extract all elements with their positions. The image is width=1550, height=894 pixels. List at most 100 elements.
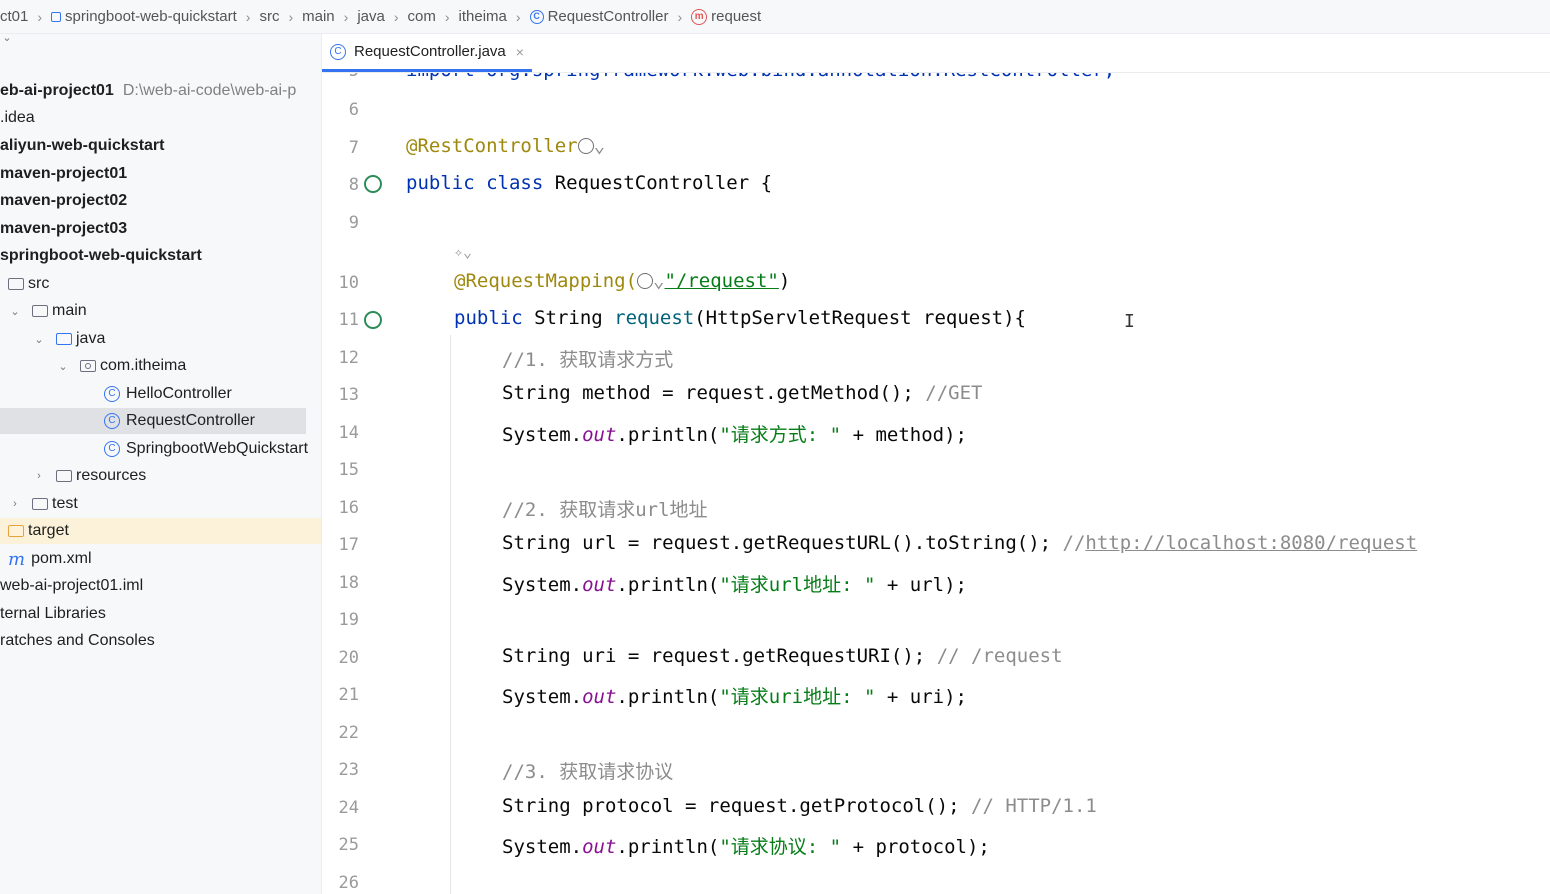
code-token: @RequestMapping(: [454, 270, 638, 292]
chevron-down-icon[interactable]: ⌄: [653, 270, 664, 292]
breadcrumb-label: main: [302, 8, 335, 25]
code-token: String protocol = request.getProtocol();: [502, 795, 971, 817]
code-token: // /request: [936, 645, 1063, 667]
tree-item-label: .idea: [0, 109, 35, 126]
tree-item-label: web-ai-project01.iml: [0, 577, 144, 594]
code-line-8: public class RequestController {: [406, 172, 772, 194]
code-token: import org.springframework.web.bind.anno…: [406, 73, 1115, 81]
tree-item-target[interactable]: target: [0, 518, 321, 544]
code-line-24: String protocol = request.getProtocol();…: [502, 795, 1097, 817]
globe-icon[interactable]: [577, 138, 594, 154]
tree-item-scratches[interactable]: ratches and Consoles: [0, 628, 321, 654]
breadcrumb-project[interactable]: ct01: [0, 8, 28, 25]
tree-item-resources[interactable]: › resources: [0, 463, 321, 489]
line-number: 13: [338, 385, 359, 405]
breadcrumb-src[interactable]: src: [259, 8, 279, 25]
chevron-right-icon: ›: [444, 8, 450, 25]
line-number: 16: [338, 498, 359, 518]
tree-item-maven03[interactable]: maven-project03: [0, 216, 321, 242]
resources-folder-icon: [56, 470, 72, 482]
tree-item-project-root[interactable]: eb-ai-project01 D:\web-ai-code\web-ai-p: [0, 78, 321, 104]
tree-item-label: maven-project01: [0, 165, 128, 182]
ai-hint-icon[interactable]: ✧⌄: [454, 243, 472, 261]
code-token: "请求url地址: ": [719, 574, 876, 596]
editor-gutter: 5 6 7 8 9 10 11 12 13 14 15 16 17 18 19 …: [322, 73, 402, 894]
tree-item-label: resources: [76, 467, 147, 484]
maven-file-icon: m: [8, 548, 26, 570]
tree-item-label: maven-project02: [0, 192, 128, 209]
code-line-25: System.out.println("请求协议: " + protocol);: [502, 832, 990, 859]
chevron-down-icon: ⌄: [58, 360, 68, 373]
chevron-down-icon[interactable]: ⌄: [594, 135, 605, 157]
breadcrumb-com[interactable]: com: [408, 8, 436, 25]
code-link[interactable]: http://localhost:8080/request: [1085, 532, 1417, 554]
tree-item-maven02[interactable]: maven-project02: [0, 188, 321, 214]
tree-item-springboot[interactable]: springboot-web-quickstart: [0, 243, 321, 269]
breadcrumb-class[interactable]: C RequestController: [529, 8, 668, 25]
code-token: "请求协议: ": [719, 836, 842, 858]
code-line-17: String url = request.getRequestURL().toS…: [502, 532, 1417, 554]
tree-item-label: target: [28, 522, 69, 539]
line-number: 20: [338, 648, 359, 668]
tree-item-main[interactable]: ⌄ main: [0, 298, 321, 324]
breadcrumb-label: itheima: [458, 8, 507, 25]
chevron-down-icon: ⌄: [2, 34, 12, 44]
line-number: 10: [338, 273, 359, 293]
close-icon[interactable]: ×: [516, 44, 524, 60]
tree-item-external-libraries[interactable]: ternal Libraries: [0, 601, 321, 627]
tree-item-java[interactable]: ⌄ java: [0, 326, 321, 352]
class-icon: C: [330, 43, 346, 60]
chevron-right-icon: ›: [37, 8, 43, 25]
code-line-11: public String request(HttpServletRequest…: [454, 307, 1026, 329]
line-number: 15: [338, 460, 359, 480]
line-number: 17: [338, 535, 359, 555]
code-line-7: @RestController ⌄: [406, 135, 605, 157]
code-token: out: [582, 836, 617, 858]
line-number: 23: [338, 760, 359, 780]
tree-item-application[interactable]: C SpringbootWebQuickstart: [0, 436, 321, 462]
tree-item-iml[interactable]: web-ai-project01.iml: [0, 573, 321, 599]
code-token: .println(: [616, 836, 720, 858]
editor-tabs: C RequestController.java ×: [322, 34, 1550, 73]
excluded-folder-icon: [8, 525, 24, 537]
tree-item-src[interactable]: src: [0, 271, 321, 297]
tree-item-aliyun[interactable]: aliyun-web-quickstart: [0, 133, 321, 159]
tree-item-label: HelloController: [126, 385, 232, 402]
code-token: out: [582, 574, 617, 596]
breadcrumb-java[interactable]: java: [357, 8, 385, 25]
tree-item-requestcontroller[interactable]: C RequestController: [0, 408, 306, 434]
code-token: System.: [502, 424, 583, 446]
globe-icon[interactable]: [637, 273, 654, 289]
code-token: String url = request.getRequestURL().toS…: [502, 532, 1063, 554]
breadcrumb-main[interactable]: main: [302, 8, 335, 25]
tree-item-label: com.itheima: [100, 357, 187, 374]
class-icon: C: [104, 386, 120, 402]
code-editor[interactable]: 5 6 7 8 9 10 11 12 13 14 15 16 17 18 19 …: [322, 73, 1550, 894]
tree-item-label: java: [76, 330, 106, 347]
tree-item-hellocontroller[interactable]: C HelloController: [0, 381, 321, 407]
tree-item-pom[interactable]: m pom.xml: [0, 546, 321, 572]
project-path: D:\web-ai-code\web-ai-p: [122, 82, 297, 99]
code-token: RequestController {: [543, 172, 773, 194]
tree-item-test[interactable]: › test: [0, 491, 321, 517]
web-endpoint-icon[interactable]: [364, 311, 382, 329]
chevron-right-icon: ›: [515, 8, 521, 25]
spring-bean-icon[interactable]: [364, 175, 382, 193]
breadcrumb-module[interactable]: springboot-web-quickstart: [51, 8, 237, 25]
code-token: .println(: [616, 424, 720, 446]
tree-item-idea[interactable]: .idea: [0, 105, 321, 131]
code-token: public: [454, 307, 523, 329]
tree-item-maven01[interactable]: maven-project01: [0, 161, 321, 187]
code-token: + uri);: [875, 686, 967, 708]
chevron-right-icon: ›: [13, 498, 17, 510]
code-line-10: @RequestMapping(⌄"/request"): [454, 270, 790, 292]
code-token: + url);: [875, 574, 967, 596]
tree-item-label: test: [52, 495, 78, 512]
tree-collapse-toggle[interactable]: ⌄: [0, 34, 321, 50]
tab-requestcontroller[interactable]: C RequestController.java ×: [322, 34, 532, 72]
breadcrumb-itheima[interactable]: itheima: [459, 8, 507, 25]
source-folder-icon: [56, 333, 72, 345]
breadcrumb-method[interactable]: m request: [691, 8, 761, 25]
line-number: 26: [338, 873, 359, 893]
tree-item-package[interactable]: ⌄ com.itheima: [0, 353, 321, 379]
